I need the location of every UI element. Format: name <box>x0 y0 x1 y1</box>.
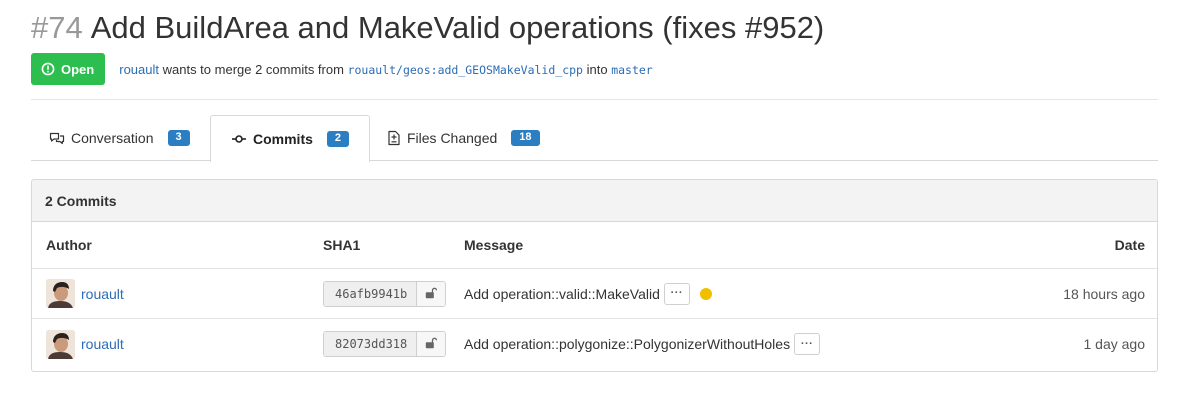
commit-author-link[interactable]: rouault <box>81 336 124 352</box>
target-branch-link[interactable]: master <box>611 62 653 77</box>
commit-message-link[interactable]: Add operation::polygonize::PolygonizerWi… <box>464 336 790 352</box>
commit-message: Add operation::polygonize::PolygonizerWi… <box>464 319 821 369</box>
pr-meta: Open rouault wants to merge 2 commits fr… <box>31 53 653 85</box>
merge-text: wants to merge 2 commits from <box>162 61 344 77</box>
commit-author: rouault <box>46 319 124 369</box>
avatar[interactable] <box>46 329 75 359</box>
table-row: rouault 46afb9941b Add operation::valid:… <box>32 269 1157 319</box>
commit-sha: 46afb9941b <box>323 269 447 318</box>
files-count-badge: 18 <box>511 130 540 146</box>
issue-open-icon <box>41 62 55 76</box>
unlock-icon <box>425 336 438 352</box>
commit-date: 18 hours ago <box>1063 285 1145 302</box>
tab-conversation[interactable]: Conversation 3 <box>49 115 190 161</box>
divider <box>31 99 1158 100</box>
tab-label: Conversation <box>71 130 154 146</box>
page-title: #74 Add BuildArea and MakeValid operation… <box>31 8 824 48</box>
tab-label: Commits <box>253 131 313 147</box>
commit-sha: 82073dd318 <box>323 319 447 369</box>
browse-repo-button[interactable] <box>417 332 446 356</box>
table-header-row: Author SHA1 Message Date <box>32 222 1157 269</box>
comment-icon <box>49 131 65 145</box>
commit-author: rouault <box>46 269 124 318</box>
commit-message: Add operation::valid::MakeValid ··· <box>464 269 712 318</box>
merge-into-text: into <box>586 61 608 77</box>
file-diff-icon <box>387 130 401 146</box>
column-header-message: Message <box>464 237 524 253</box>
column-header-sha: SHA1 <box>323 237 361 253</box>
author-link[interactable]: rouault <box>119 62 159 77</box>
tab-label: Files Changed <box>407 130 498 146</box>
commit-author-link[interactable]: rouault <box>81 286 124 302</box>
commit-message-link[interactable]: Add operation::valid::MakeValid <box>464 286 660 302</box>
table-row: rouault 82073dd318 Add operation::polygo… <box>32 319 1157 369</box>
commit-icon <box>231 133 247 145</box>
avatar[interactable] <box>46 279 75 308</box>
source-branch-link[interactable]: rouault/geos:add_GEOSMakeValid_cpp <box>348 62 583 77</box>
expand-message-button[interactable]: ··· <box>663 282 690 305</box>
commit-sha-link[interactable]: 46afb9941b <box>324 281 418 306</box>
pr-title: Add BuildArea and MakeValid operations (… <box>90 10 825 45</box>
state-label: Open <box>61 61 95 77</box>
sha-button-group: 46afb9941b <box>323 280 447 307</box>
conversation-count-badge: 3 <box>167 130 190 146</box>
pr-number: #74 <box>31 10 83 45</box>
commits-count-badge: 2 <box>326 131 350 147</box>
browse-repo-button[interactable] <box>417 281 446 306</box>
expand-message-button[interactable]: ··· <box>794 333 821 355</box>
tab-files-changed[interactable]: Files Changed 18 <box>387 115 540 161</box>
merge-summary: rouault wants to merge 2 commits from ro… <box>119 62 653 77</box>
commits-heading: 2 Commits <box>32 180 1157 222</box>
column-header-date: Date <box>1114 237 1145 253</box>
column-header-author: Author <box>46 237 92 253</box>
unlock-icon <box>425 286 438 302</box>
commits-table: 2 Commits Author SHA1 Message Date rouau… <box>31 179 1158 372</box>
ci-status-pending-icon[interactable] <box>699 287 712 300</box>
sha-button-group: 82073dd318 <box>323 331 447 357</box>
pr-tabs: Conversation 3 Commits 2 Files Changed 1… <box>31 115 1158 162</box>
commit-sha-link[interactable]: 82073dd318 <box>324 332 418 356</box>
tab-commits[interactable]: Commits 2 <box>210 115 371 162</box>
state-badge: Open <box>31 53 106 85</box>
commit-date: 1 day ago <box>1083 336 1146 352</box>
